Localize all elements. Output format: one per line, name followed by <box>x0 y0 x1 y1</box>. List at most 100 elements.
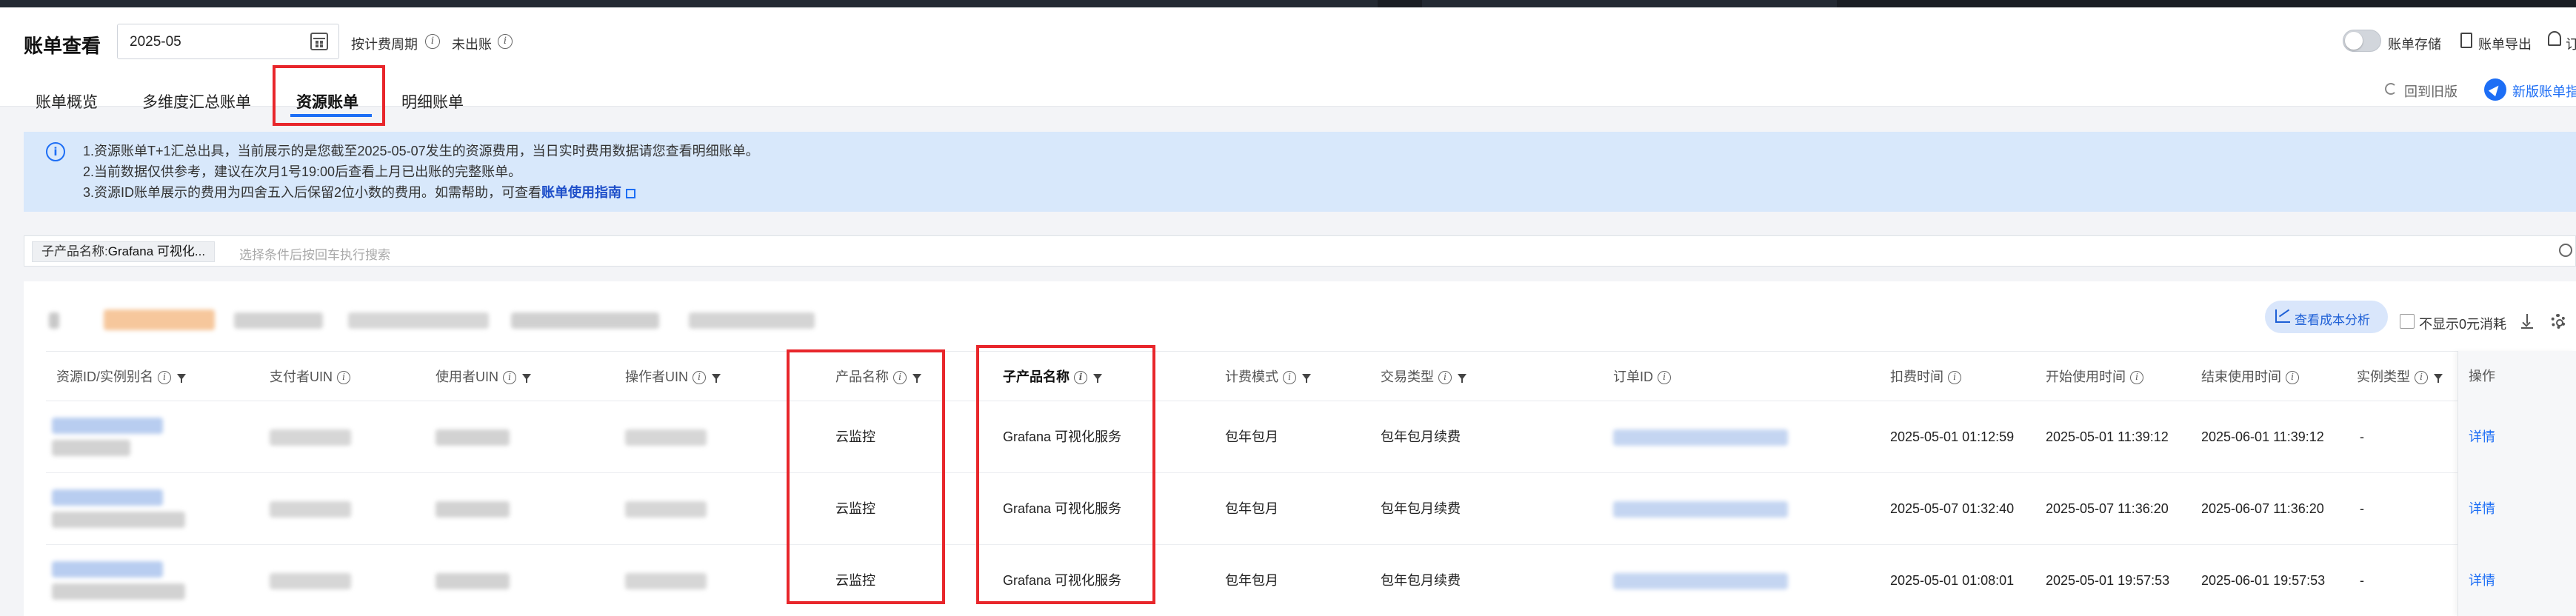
info-icon: i <box>158 371 172 385</box>
billing-period-label: 按计费周期 <box>351 37 418 52</box>
gear-icon[interactable] <box>2551 314 2566 329</box>
bell-icon[interactable] <box>2548 31 2561 46</box>
detail-link[interactable]: 详情 <box>2469 473 2495 545</box>
new-bill-guide-link[interactable]: 新版账单指 <box>2512 81 2576 101</box>
cost-analysis-button[interactable]: 查看成本分析 <box>2265 301 2388 333</box>
calendar-icon <box>310 33 328 50</box>
subscribe-link[interactable]: 订 <box>2566 34 2576 53</box>
col-header-deduct-time[interactable]: 扣费时间 i <box>1890 352 1961 402</box>
notice-banner: i 1.资源账单T+1汇总出具，当前展示的是您截至2025-05-07发生的资源… <box>24 132 2576 212</box>
col-header-resource-id[interactable]: 资源ID/实例别名 i <box>56 352 187 402</box>
cell-billing-mode: 包年包月 <box>1225 573 1278 588</box>
page-title: 账单查看 <box>24 35 101 57</box>
tab-bill-overview[interactable]: 账单概览 <box>36 90 98 113</box>
search-icon[interactable] <box>2559 244 2572 257</box>
external-link-icon[interactable] <box>626 188 636 198</box>
info-icon: i <box>1438 371 1452 385</box>
filter-icon <box>712 374 721 384</box>
col-header-end-time[interactable]: 结束使用时间 i <box>2201 352 2299 402</box>
cell-instance-type: - <box>2360 429 2364 444</box>
col-header-trade-type[interactable]: 交易类型 i <box>1381 352 1466 402</box>
blurred-user-uin <box>436 429 510 446</box>
blurred-summary <box>49 312 59 329</box>
cell-start-time: 2025-05-07 11:36:20 <box>2046 501 2169 516</box>
blurred-alias <box>52 440 130 456</box>
cell-trade-type: 包年包月续费 <box>1381 501 1461 516</box>
filter-icon <box>1302 374 1311 384</box>
blurred-summary <box>348 312 489 329</box>
blurred-order-id <box>1613 429 1788 446</box>
col-header-order-id[interactable]: 订单ID i <box>1613 352 1671 402</box>
info-icon: i <box>46 142 65 161</box>
revert-icon[interactable] <box>2385 83 2397 95</box>
cell-start-time: 2025-05-01 11:39:12 <box>2046 429 2169 444</box>
bill-status-label: 未出账 <box>452 37 492 52</box>
filter-tag-value: Grafana 可视化... <box>107 244 206 258</box>
tab-multi-dimension-summary[interactable]: 多维度汇总账单 <box>142 90 251 113</box>
table-row: 云监控 Grafana 可视化服务 包年包月 包年包月续费 2025-05-01… <box>46 545 2576 616</box>
info-icon: i <box>2415 371 2428 385</box>
notice-line-3: 3.资源ID账单展示的费用为四舍五入后保留2位小数的费用。如需帮助，可查看账单使… <box>83 182 636 201</box>
info-icon: i <box>2130 371 2143 385</box>
cell-deduct-time: 2025-05-01 01:12:59 <box>1890 429 2015 444</box>
blurred-summary <box>104 309 215 330</box>
col-header-instance-type[interactable]: 实例类型 i <box>2357 352 2443 402</box>
export-document-icon[interactable] <box>2460 33 2472 48</box>
rocket-icon[interactable] <box>2484 78 2506 101</box>
blurred-payer-uin <box>270 429 351 446</box>
blurred-alias <box>52 512 185 528</box>
hide-zero-label: 不显示0元消耗 <box>2419 317 2507 332</box>
cell-end-time: 2025-06-01 11:39:12 <box>2201 429 2324 444</box>
col-header-start-time[interactable]: 开始使用时间 i <box>2046 352 2143 402</box>
cell-start-time: 2025-05-01 19:57:53 <box>2046 573 2170 588</box>
info-icon[interactable]: i <box>498 34 513 49</box>
bill-guide-link[interactable]: 账单使用指南 <box>541 185 621 200</box>
col-header-billing-mode[interactable]: 计费模式 i <box>1225 352 1311 402</box>
page-header: 账单查看 2025-05 按计费周期 i 未出账 i 账单存储 账单导出 订 账… <box>0 7 2576 117</box>
product-column-highlight <box>787 349 945 604</box>
table-row: 云监控 Grafana 可视化服务 包年包月 包年包月续费 2025-05-01… <box>46 401 2576 473</box>
cell-instance-type: - <box>2360 573 2364 588</box>
info-icon: i <box>337 371 350 385</box>
bill-export-link[interactable]: 账单导出 <box>2478 34 2532 53</box>
notice-line-1: 1.资源账单T+1汇总出具，当前展示的是您截至2025-05-07发生的资源费用… <box>83 144 759 158</box>
info-icon: i <box>1283 371 1296 385</box>
filter-icon <box>2434 374 2443 384</box>
info-icon: i <box>693 371 706 385</box>
detail-link[interactable]: 详情 <box>2469 545 2495 616</box>
tab-detail-bill[interactable]: 明细账单 <box>401 90 464 113</box>
cell-trade-type: 包年包月续费 <box>1381 429 1461 444</box>
month-value: 2025-05 <box>130 34 181 50</box>
line-chart-icon <box>2275 309 2290 323</box>
col-header-payer-uin[interactable]: 支付者UIN i <box>270 352 350 402</box>
cell-end-time: 2025-06-07 11:36:20 <box>2201 501 2324 516</box>
detail-link[interactable]: 详情 <box>2469 401 2495 473</box>
cell-billing-mode: 包年包月 <box>1225 501 1278 516</box>
operations-column: 操作 详情 详情 详情 <box>2457 351 2576 616</box>
notice-line-2: 2.当前数据仅供参考，建议在次月1号19:00后查看上月已出账的完整账单。 <box>83 164 522 179</box>
month-picker[interactable]: 2025-05 <box>117 24 339 59</box>
info-icon: i <box>1948 371 1961 385</box>
top-bar-segment <box>1378 0 1422 7</box>
notice-line-3-text: 3.资源ID账单展示的费用为四舍五入后保留2位小数的费用。如需帮助，可查看 <box>83 185 542 200</box>
hide-zero-checkbox[interactable] <box>2400 314 2415 329</box>
sub-product-column-highlight <box>976 345 1155 604</box>
filter-placeholder: 选择条件后按回车执行搜索 <box>239 248 390 262</box>
bill-storage-toggle[interactable] <box>2343 30 2381 52</box>
col-header-user-uin[interactable]: 使用者UIN i <box>436 352 531 402</box>
filter-tag-sub-product[interactable]: 子产品名称:Grafana 可视化... <box>32 241 216 262</box>
blurred-resource-id <box>52 418 163 434</box>
blurred-summary <box>234 312 323 329</box>
blurred-user-uin <box>436 501 510 518</box>
back-to-old-version-link[interactable]: 回到旧版 <box>2404 81 2457 101</box>
cell-billing-mode: 包年包月 <box>1225 429 1278 444</box>
blurred-payer-uin <box>270 573 351 589</box>
col-header-ops: 操作 <box>2469 369 2495 384</box>
info-icon[interactable]: i <box>425 34 440 49</box>
download-icon[interactable] <box>2521 314 2533 329</box>
table-header: 资源ID/实例别名 i 支付者UIN i 使用者UIN i 操作者UIN i 产品名称 i… <box>46 351 2576 401</box>
filter-search-bar[interactable]: 子产品名称:Grafana 可视化... 选择条件后按回车执行搜索 <box>24 235 2576 267</box>
cost-analysis-label: 查看成本分析 <box>2295 313 2370 327</box>
table-row: 云监控 Grafana 可视化服务 包年包月 包年包月续费 2025-05-07… <box>46 473 2576 545</box>
col-header-operator-uin[interactable]: 操作者UIN i <box>625 352 721 402</box>
